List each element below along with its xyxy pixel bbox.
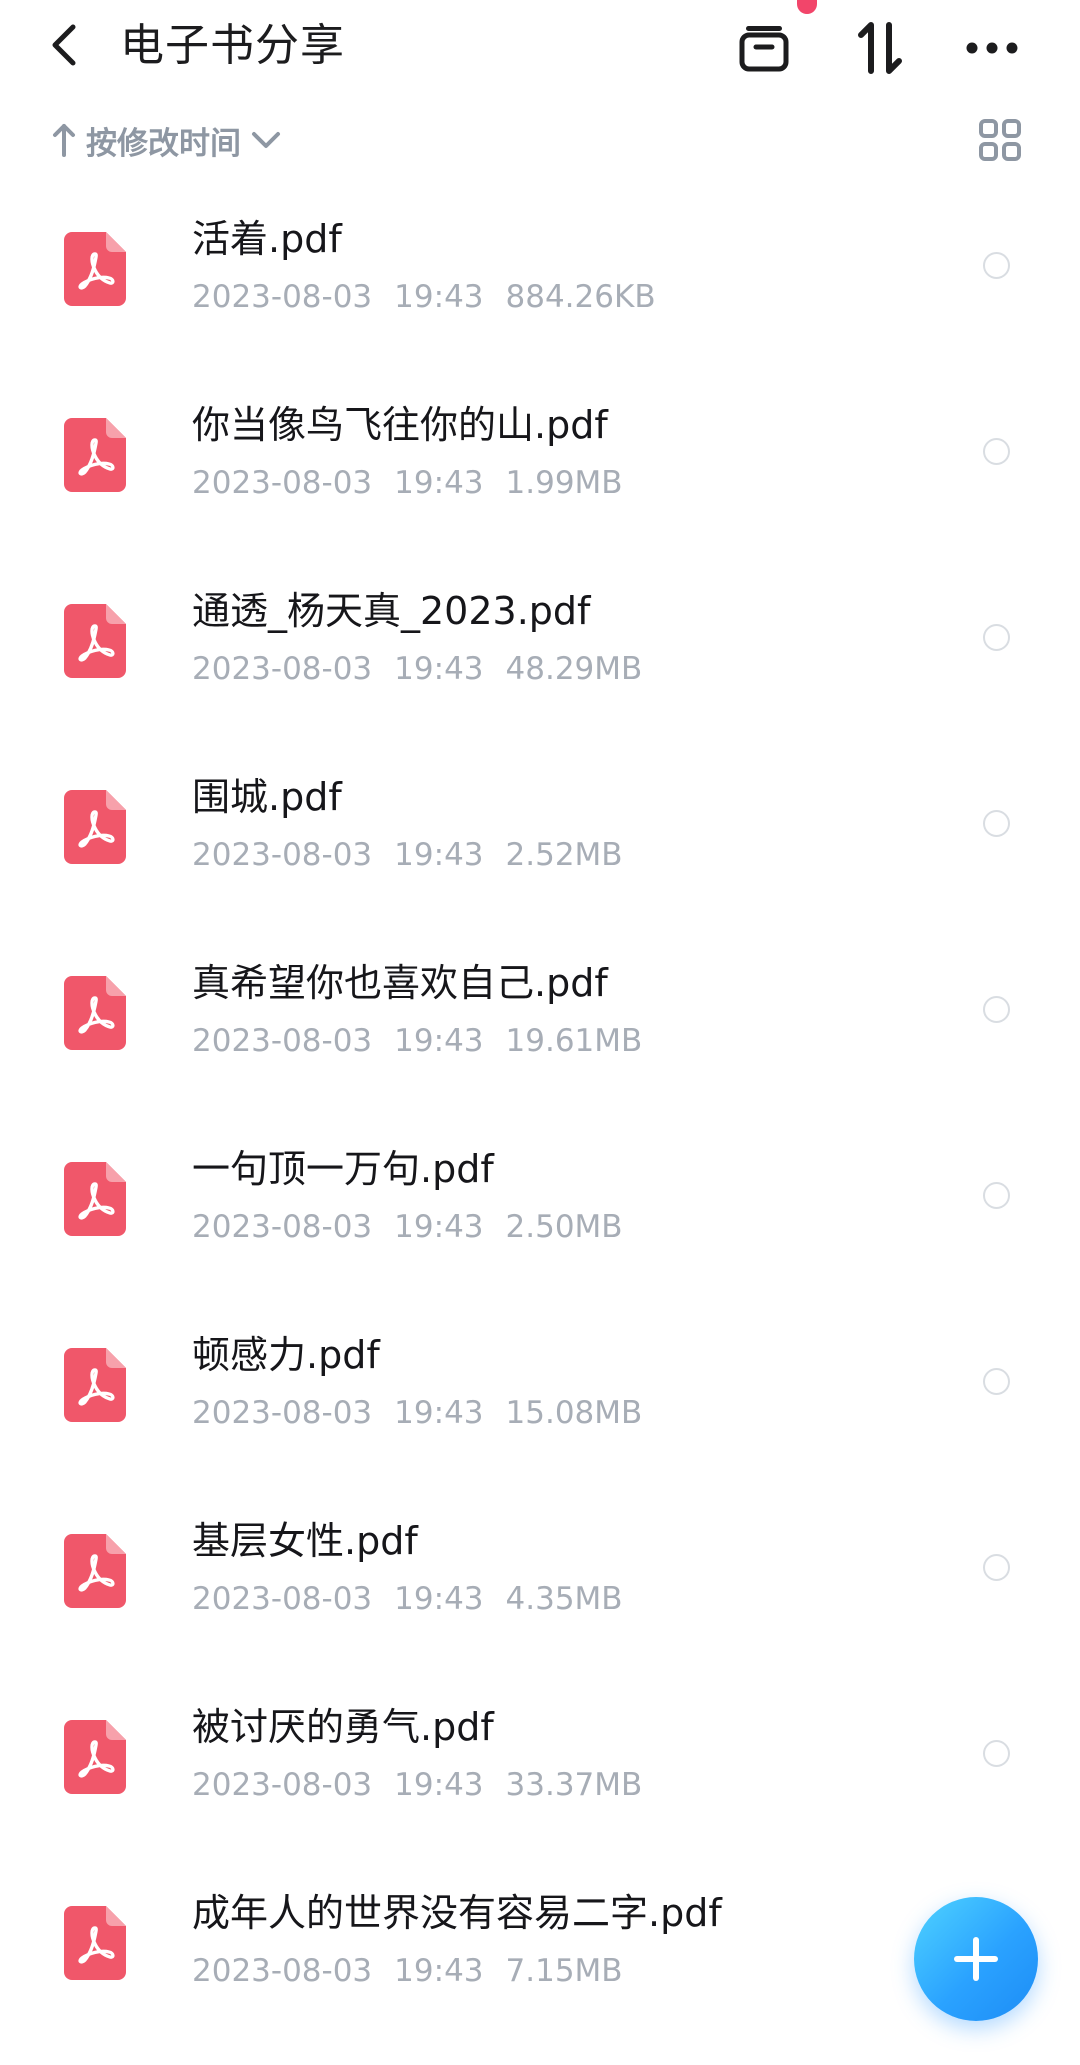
file-list-item[interactable]: 你当像鸟飞往你的山.pdf 2023-08-03 19:43 1.99MB (0, 358, 1080, 544)
top-app-bar: 电子书分享 (0, 0, 1080, 100)
file-date: 2023-08-03 (192, 837, 373, 873)
file-time: 19:43 (394, 1395, 484, 1431)
file-date: 2023-08-03 (192, 1395, 373, 1431)
file-date: 2023-08-03 (192, 465, 373, 501)
add-file-button[interactable] (914, 1897, 1038, 2021)
pdf-file-icon (64, 604, 126, 678)
file-list-item[interactable]: 围城.pdf 2023-08-03 19:43 2.52MB (0, 730, 1080, 916)
file-name: 真希望你也喜欢自己.pdf (192, 961, 608, 1005)
file-size: 2.52MB (505, 837, 623, 873)
file-time: 19:43 (394, 1953, 484, 1989)
chevron-left-icon (52, 24, 76, 66)
file-date: 2023-08-03 (192, 1767, 373, 1803)
select-radio[interactable] (983, 438, 1010, 465)
file-date: 2023-08-03 (192, 279, 373, 315)
grid-view-button[interactable] (978, 118, 1022, 162)
sort-bar: 按修改时间 (0, 112, 1080, 168)
pdf-file-icon (64, 1720, 126, 1794)
select-radio[interactable] (983, 624, 1010, 651)
file-size: 48.29MB (505, 651, 643, 687)
archive-button[interactable] (734, 18, 794, 78)
more-dots-icon (966, 42, 1018, 54)
file-list-item[interactable]: 通透_杨天真_2023.pdf 2023-08-03 19:43 48.29MB (0, 544, 1080, 730)
file-time: 19:43 (394, 651, 484, 687)
file-list-item[interactable]: 一句顶一万句.pdf 2023-08-03 19:43 2.50MB (0, 1102, 1080, 1288)
file-size: 1.99MB (505, 465, 623, 501)
file-meta: 2023-08-03 19:43 7.15MB (192, 1950, 645, 1992)
file-name: 顿感力.pdf (192, 1333, 380, 1377)
pdf-file-icon (64, 1534, 126, 1608)
pdf-file-icon (64, 790, 126, 864)
file-list-item[interactable]: 活着.pdf 2023-08-03 19:43 884.26KB (0, 172, 1080, 358)
grid-view-icon (979, 119, 1021, 161)
select-radio[interactable] (983, 810, 1010, 837)
file-name: 你当像鸟飞往你的山.pdf (192, 403, 608, 447)
chevron-down-icon (252, 132, 280, 148)
select-radio[interactable] (983, 1182, 1010, 1209)
pdf-file-icon (64, 418, 126, 492)
file-meta: 2023-08-03 19:43 2.50MB (192, 1206, 645, 1248)
file-size: 7.15MB (505, 1953, 623, 1989)
back-button[interactable] (44, 20, 84, 70)
file-meta: 2023-08-03 19:43 19.61MB (192, 1020, 664, 1062)
file-list-item[interactable]: 真希望你也喜欢自己.pdf 2023-08-03 19:43 19.61MB (0, 916, 1080, 1102)
file-name: 通透_杨天真_2023.pdf (192, 589, 591, 633)
file-meta: 2023-08-03 19:43 33.37MB (192, 1764, 664, 1806)
file-time: 19:43 (394, 465, 484, 501)
file-name: 一句顶一万句.pdf (192, 1147, 494, 1191)
pdf-file-icon (64, 232, 126, 306)
file-meta: 2023-08-03 19:43 884.26KB (192, 276, 678, 318)
file-time: 19:43 (394, 837, 484, 873)
file-date: 2023-08-03 (192, 651, 373, 687)
select-radio[interactable] (983, 1740, 1010, 1767)
file-name: 成年人的世界没有容易二字.pdf (192, 1891, 722, 1935)
file-size: 19.61MB (505, 1023, 643, 1059)
file-name: 围城.pdf (192, 775, 342, 819)
file-name: 基层女性.pdf (192, 1519, 418, 1563)
file-name: 被讨厌的勇气.pdf (192, 1705, 494, 1749)
file-list-item[interactable]: 被讨厌的勇气.pdf 2023-08-03 19:43 33.37MB (0, 1660, 1080, 1846)
pdf-file-icon (64, 1348, 126, 1422)
file-size: 2.50MB (505, 1209, 623, 1245)
file-list: 活着.pdf 2023-08-03 19:43 884.26KB 你当像鸟飞往你的山… (0, 172, 1080, 2032)
file-time: 19:43 (394, 1023, 484, 1059)
select-radio[interactable] (983, 252, 1010, 279)
pdf-file-icon (64, 1906, 126, 1980)
file-meta: 2023-08-03 19:43 4.35MB (192, 1578, 645, 1620)
file-meta: 2023-08-03 19:43 48.29MB (192, 648, 664, 690)
sort-button[interactable] (850, 18, 910, 78)
pdf-file-icon (64, 1162, 126, 1236)
file-date: 2023-08-03 (192, 1953, 373, 1989)
select-radio[interactable] (983, 996, 1010, 1023)
select-radio[interactable] (983, 1554, 1010, 1581)
file-time: 19:43 (394, 1581, 484, 1617)
file-size: 884.26KB (505, 279, 656, 315)
sort-label: 按修改时间 (86, 125, 241, 162)
pdf-file-icon (64, 976, 126, 1050)
notification-dot (797, 0, 817, 14)
file-size: 33.37MB (505, 1767, 643, 1803)
file-meta: 2023-08-03 19:43 15.08MB (192, 1392, 664, 1434)
file-time: 19:43 (394, 279, 484, 315)
select-radio[interactable] (983, 1368, 1010, 1395)
file-time: 19:43 (394, 1767, 484, 1803)
sort-order-dropdown[interactable]: 按修改时间 (52, 112, 281, 168)
page-title: 电子书分享 (120, 20, 345, 71)
file-date: 2023-08-03 (192, 1581, 373, 1617)
plus-icon (954, 1937, 998, 1981)
file-name: 活着.pdf (192, 217, 342, 261)
more-options-button[interactable] (962, 18, 1022, 78)
file-size: 15.08MB (505, 1395, 643, 1431)
file-date: 2023-08-03 (192, 1023, 373, 1059)
arrow-up-icon (53, 124, 75, 157)
file-size: 4.35MB (505, 1581, 623, 1617)
file-list-item[interactable]: 顿感力.pdf 2023-08-03 19:43 15.08MB (0, 1288, 1080, 1474)
file-time: 19:43 (394, 1209, 484, 1245)
file-date: 2023-08-03 (192, 1209, 373, 1245)
archive-box-icon (739, 26, 789, 72)
sort-arrows-icon (858, 22, 902, 74)
file-meta: 2023-08-03 19:43 2.52MB (192, 834, 645, 876)
file-meta: 2023-08-03 19:43 1.99MB (192, 462, 645, 504)
file-list-item[interactable]: 基层女性.pdf 2023-08-03 19:43 4.35MB (0, 1474, 1080, 1660)
